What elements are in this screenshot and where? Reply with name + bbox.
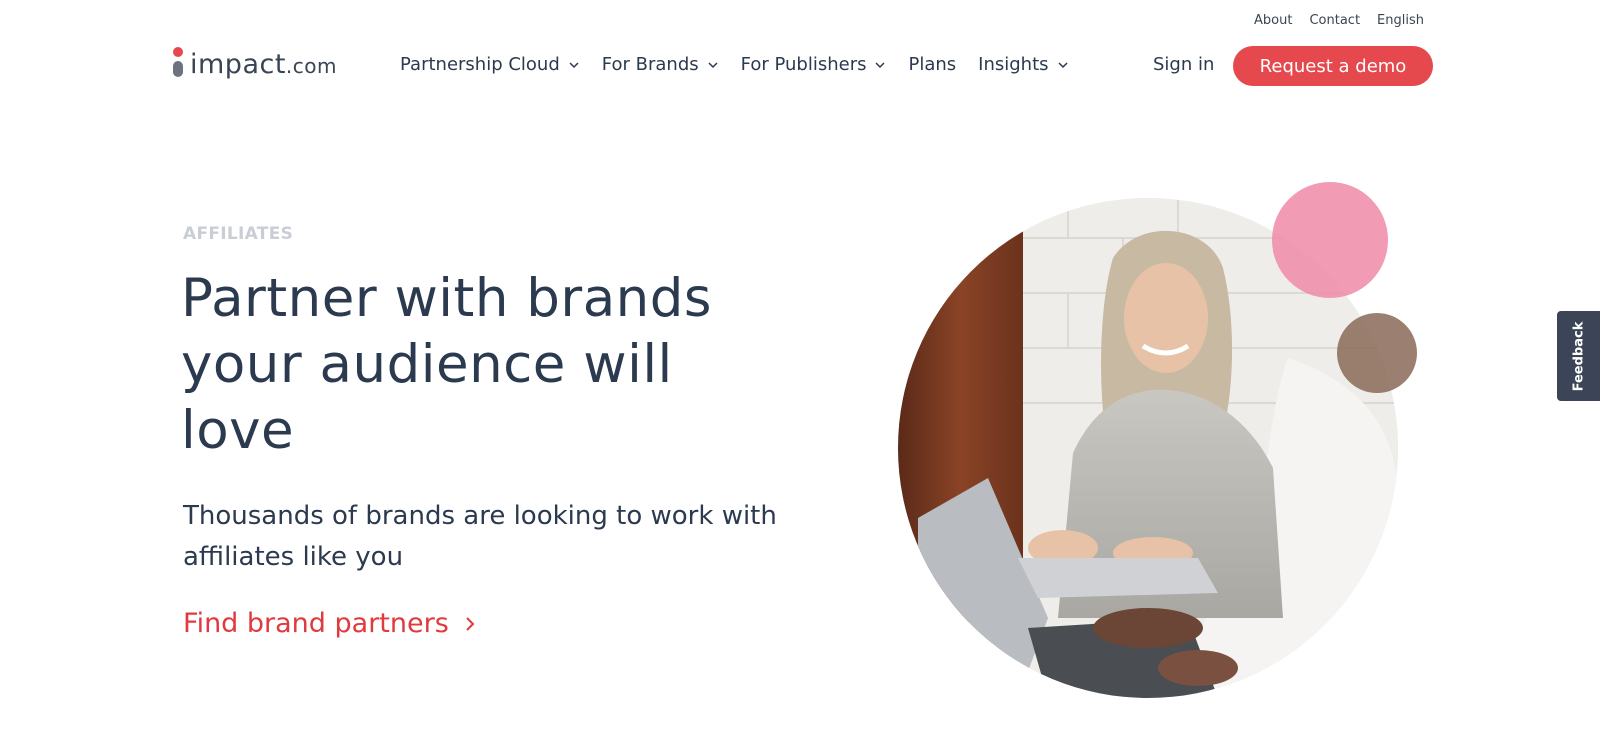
language-selector[interactable]: English bbox=[1377, 13, 1424, 28]
hero-image-group bbox=[898, 178, 1418, 703]
decorative-pink-circle bbox=[1272, 182, 1388, 298]
sign-in-link[interactable]: Sign in bbox=[1153, 54, 1214, 75]
chevron-down-icon bbox=[569, 61, 579, 68]
logo-wordmark: impact.com bbox=[190, 51, 337, 78]
utility-nav: About Contact English bbox=[1254, 13, 1424, 28]
chevron-down-icon bbox=[875, 61, 886, 68]
cta-label: Find brand partners bbox=[183, 608, 449, 639]
nav-for-publishers[interactable]: For Publishers bbox=[741, 54, 887, 75]
nav-plans[interactable]: Plans bbox=[908, 54, 956, 75]
decorative-brown-circle bbox=[1337, 313, 1417, 393]
logo-name: impact bbox=[190, 49, 286, 80]
nav-label: Partnership Cloud bbox=[400, 54, 560, 75]
impact-logo[interactable]: impact.com bbox=[173, 44, 337, 78]
hero-headline: Partner with brands your audience will l… bbox=[181, 268, 713, 461]
logo-red-dot bbox=[173, 47, 183, 57]
nav-insights[interactable]: Insights bbox=[978, 54, 1068, 75]
nav-label: For Brands bbox=[601, 54, 699, 75]
chevron-down-icon bbox=[1058, 61, 1068, 68]
request-demo-button[interactable]: Request a demo bbox=[1233, 46, 1433, 86]
find-brand-partners-link[interactable]: Find brand partners bbox=[183, 608, 477, 639]
contact-link[interactable]: Contact bbox=[1309, 13, 1360, 28]
nav-for-brands[interactable]: For Brands bbox=[602, 54, 719, 75]
feedback-label: Feedback bbox=[1571, 321, 1587, 391]
nav-partnership-cloud[interactable]: Partnership Cloud bbox=[400, 54, 580, 75]
chevron-down-icon bbox=[708, 61, 718, 68]
nav-label: Plans bbox=[908, 54, 957, 75]
chevron-right-icon bbox=[466, 616, 475, 631]
main-nav: Partnership Cloud For Brands For Publish… bbox=[400, 54, 1069, 75]
logo-mark-icon bbox=[173, 46, 185, 78]
hero-subhead: Thousands of brands are looking to work … bbox=[183, 501, 777, 572]
logo-tld: .com bbox=[285, 54, 337, 78]
hero-eyebrow: AFFILIATES bbox=[183, 224, 294, 244]
feedback-tab[interactable]: Feedback bbox=[1557, 311, 1600, 401]
nav-label: For Publishers bbox=[740, 54, 867, 75]
logo-gray-dot bbox=[173, 61, 183, 77]
nav-label: Insights bbox=[978, 54, 1049, 75]
about-link[interactable]: About bbox=[1254, 13, 1292, 28]
